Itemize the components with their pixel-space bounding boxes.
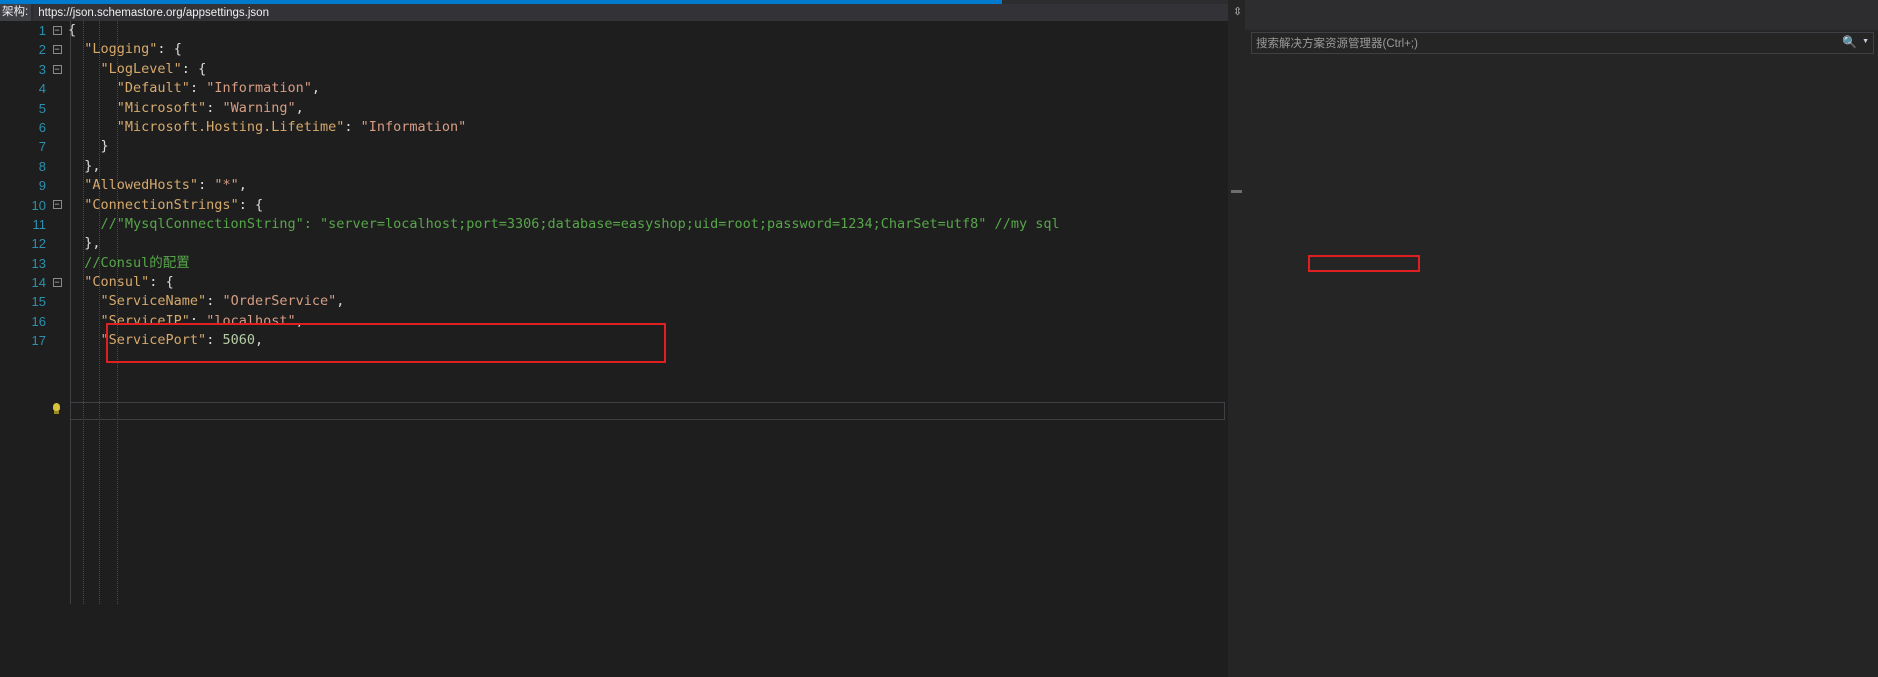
- search-icon[interactable]: 🔍: [1842, 35, 1857, 49]
- splitter-handle[interactable]: [1231, 190, 1242, 193]
- code-text: },: [84, 157, 101, 174]
- code-text: "ConnectionStrings": {: [84, 196, 264, 213]
- splitter-grip-icon[interactable]: ⇳: [1233, 7, 1242, 18]
- line-number: 1: [38, 23, 46, 38]
- line-number: 13: [31, 255, 46, 271]
- code-text: //Consul的配置: [84, 254, 190, 271]
- schema-bar: 架构: https://json.schemastore.org/appsett…: [0, 4, 1245, 21]
- code-text: "Logging": {: [84, 41, 182, 58]
- chevron-down-icon[interactable]: ▼: [1862, 38, 1869, 45]
- line-number: 9: [38, 178, 46, 194]
- schema-value: https://json.schemastore.org/appsettings…: [38, 6, 269, 19]
- solution-explorer-panel: 搜索解决方案资源管理器(Ctrl+;) 🔍 ▼: [1245, 0, 1878, 677]
- line-number: 16: [31, 313, 46, 329]
- current-line-indicator: [70, 402, 1225, 420]
- search-placeholder: 搜索解决方案资源管理器(Ctrl+;): [1256, 38, 1418, 50]
- code-lines: 1−{2− "Logging": {3− "LogLevel": {4 "Def…: [0, 21, 1228, 351]
- line-number: 2: [38, 42, 46, 58]
- code-text: "Microsoft": "Warning",: [116, 99, 304, 116]
- fold-toggle-icon[interactable]: −: [46, 21, 68, 40]
- code-text: "LogLevel": {: [100, 60, 207, 77]
- code-line[interactable]: 15 "ServiceName": "OrderService",: [0, 292, 1228, 311]
- line-number: 7: [38, 139, 46, 155]
- line-number: 3: [38, 61, 46, 77]
- code-line[interactable]: 1−{: [0, 21, 1228, 40]
- code-line[interactable]: 12 },: [0, 234, 1228, 253]
- line-number: 17: [31, 333, 46, 349]
- code-line[interactable]: 11 //"MysqlConnectionString": "server=lo…: [0, 215, 1228, 234]
- line-number: 10: [31, 197, 46, 213]
- fold-toggle-icon[interactable]: −: [46, 40, 68, 59]
- solution-explorer-search[interactable]: 搜索解决方案资源管理器(Ctrl+;) 🔍 ▼: [1251, 32, 1874, 54]
- line-number: 11: [32, 216, 47, 232]
- code-line[interactable]: 9 "AllowedHosts": "*",: [0, 176, 1228, 195]
- code-line[interactable]: 2− "Logging": {: [0, 40, 1228, 59]
- fold-toggle-icon[interactable]: −: [46, 60, 68, 79]
- line-number: 8: [38, 158, 46, 174]
- pane-splitter[interactable]: ⇳: [1228, 0, 1245, 677]
- code-line[interactable]: 6 "Microsoft.Hosting.Lifetime": "Informa…: [0, 118, 1228, 137]
- code-line[interactable]: 10− "ConnectionStrings": {: [0, 196, 1228, 215]
- fold-toggle-icon[interactable]: −: [46, 196, 68, 215]
- code-text: },: [84, 235, 101, 252]
- code-line[interactable]: 13 //Consul的配置: [0, 254, 1228, 273]
- code-line[interactable]: 5 "Microsoft": "Warning",: [0, 99, 1228, 118]
- schema-combobox[interactable]: https://json.schemastore.org/appsettings…: [33, 4, 1245, 21]
- solution-explorer-toolbar: [1245, 0, 1878, 30]
- code-line[interactable]: 17 "ServicePort": 5060,: [0, 331, 1228, 350]
- line-number: 5: [38, 100, 46, 116]
- code-text: "ServicePort": 5060,: [100, 332, 264, 349]
- code-line[interactable]: 7 }: [0, 137, 1228, 156]
- line-number: 14: [31, 275, 46, 291]
- code-text: "ServiceIP": "localhost",: [100, 312, 304, 329]
- code-line[interactable]: 3− "LogLevel": {: [0, 60, 1228, 79]
- line-number: 15: [31, 294, 46, 310]
- code-text: "ServiceName": "OrderService",: [100, 293, 345, 310]
- fold-toggle-icon[interactable]: −: [46, 273, 68, 292]
- schema-label: 架构:: [0, 4, 32, 21]
- code-line[interactable]: 14− "Consul": {: [0, 273, 1228, 292]
- code-text: "Consul": {: [84, 274, 174, 291]
- line-number: 4: [38, 81, 46, 97]
- code-text: }: [100, 138, 109, 155]
- code-text: "Microsoft.Hosting.Lifetime": "Informati…: [116, 118, 467, 135]
- code-line[interactable]: 8 },: [0, 157, 1228, 176]
- code-editor[interactable]: 1−{2− "Logging": {3− "LogLevel": {4 "Def…: [0, 21, 1228, 677]
- editor-pane: 架构: https://json.schemastore.org/appsett…: [0, 0, 1245, 677]
- visual-studio-window: 架构: https://json.schemastore.org/appsett…: [0, 0, 1878, 677]
- line-number: 6: [38, 119, 46, 135]
- code-text: {: [68, 22, 77, 38]
- code-line[interactable]: 16 "ServiceIP": "localhost",: [0, 312, 1228, 331]
- code-text: //"MysqlConnectionString": "server=local…: [100, 215, 1060, 232]
- lightbulb-icon[interactable]: [50, 402, 63, 417]
- code-text: "AllowedHosts": "*",: [84, 177, 247, 194]
- code-text: "Default": "Information",: [116, 80, 321, 97]
- code-line[interactable]: 4 "Default": "Information",: [0, 79, 1228, 98]
- line-number: 12: [31, 236, 46, 252]
